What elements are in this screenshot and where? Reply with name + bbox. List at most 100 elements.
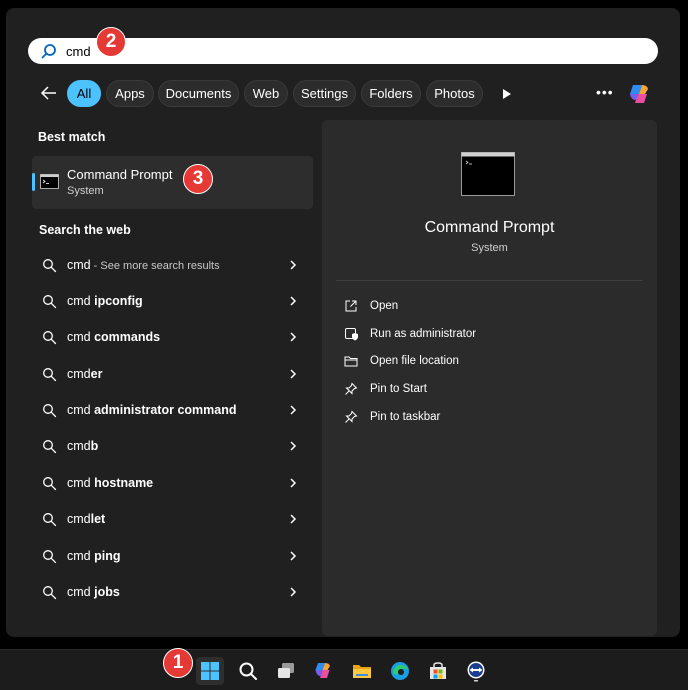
best-match-title: Command Prompt	[67, 167, 173, 182]
web-suggestion[interactable]: cmd administrator command	[32, 393, 313, 427]
command-prompt-large-icon	[461, 152, 515, 196]
microsoft-store-button[interactable]	[424, 657, 452, 685]
web-suggestion[interactable]: cmd ping	[32, 539, 313, 573]
web-suggestion-text: cmder	[67, 367, 102, 381]
search-icon	[43, 259, 57, 273]
search-icon	[239, 662, 257, 680]
action-open-file-location[interactable]: Open file location	[344, 351, 459, 371]
web-suggestion[interactable]: cmdlet	[32, 502, 313, 536]
chevron-right-icon	[290, 369, 297, 379]
action-pin-to-taskbar[interactable]: Pin to taskbar	[344, 407, 440, 427]
suggestion-prefix: cmd	[67, 403, 95, 417]
web-suggestion[interactable]: cmdb	[32, 429, 313, 463]
suggestion-completion: let	[90, 512, 106, 526]
action-pin-to-start[interactable]: Pin to Start	[344, 379, 427, 399]
search-icon	[43, 295, 57, 309]
teamviewer-button[interactable]	[462, 657, 490, 685]
search-icon	[43, 440, 57, 454]
web-suggestion-text: cmd commands	[67, 330, 160, 344]
shield-icon	[345, 328, 358, 341]
microsoft-store-icon	[430, 662, 446, 679]
action-run-as-admin[interactable]: Run as administrator	[344, 324, 476, 344]
filter-apps[interactable]: Apps	[106, 80, 154, 107]
filter-photos[interactable]: Photos	[426, 80, 483, 107]
more-options-button[interactable]: •••	[596, 84, 614, 100]
search-input[interactable]	[66, 43, 586, 59]
action-run-as-admin-label: Run as administrator	[370, 328, 477, 340]
suggestion-completion: b	[90, 439, 99, 453]
detail-pane: Command Prompt System Open Run as admini…	[322, 120, 657, 636]
suggestion-prefix: cmd	[67, 330, 95, 344]
chevron-right-icon	[290, 441, 297, 451]
copilot-icon	[315, 663, 330, 678]
best-match-subtitle: System	[67, 185, 104, 197]
chevron-right-icon	[290, 478, 297, 488]
suggestion-prefix: cmd	[67, 476, 95, 490]
action-pin-to-start-label: Pin to Start	[370, 383, 427, 395]
suggestion-prefix: cmd	[67, 258, 91, 272]
filter-folders[interactable]: Folders	[361, 80, 421, 107]
best-match-result[interactable]: Command Prompt System	[32, 156, 313, 209]
best-match-heading: Best match	[38, 130, 106, 144]
web-suggestion-text: cmd ping	[67, 549, 120, 563]
file-explorer-icon	[353, 665, 371, 678]
suggestion-prefix: cmd	[67, 549, 95, 563]
web-suggestion-text: cmd jobs	[67, 585, 120, 599]
filter-settings[interactable]: Settings	[293, 80, 356, 107]
start-button[interactable]	[196, 657, 224, 685]
file-explorer-button[interactable]	[348, 657, 376, 685]
search-icon	[43, 513, 57, 527]
web-suggestion-text: cmdlet	[67, 512, 105, 526]
web-suggestion[interactable]: cmd hostname	[32, 466, 313, 500]
task-view-button[interactable]	[272, 657, 300, 685]
chevron-right-icon	[290, 260, 297, 270]
filter-web[interactable]: Web	[244, 80, 288, 107]
web-suggestion[interactable]: cmd commands	[32, 320, 313, 354]
task-view-icon	[278, 663, 294, 678]
taskbar	[0, 649, 688, 690]
pin-icon	[345, 410, 358, 423]
chevron-right-icon	[290, 296, 297, 306]
action-open[interactable]: Open	[344, 296, 398, 316]
step-marker-3: 3	[183, 164, 213, 194]
detail-divider	[336, 280, 643, 281]
action-open-file-location-label: Open file location	[370, 355, 459, 367]
search-icon	[43, 550, 57, 564]
search-web-heading: Search the web	[39, 223, 131, 237]
back-arrow-icon[interactable]	[38, 82, 60, 104]
filter-all[interactable]: All	[67, 80, 101, 107]
teamviewer-icon	[467, 661, 485, 682]
web-suggestion-text: cmd hostname	[67, 476, 153, 490]
action-pin-to-taskbar-label: Pin to taskbar	[370, 411, 441, 423]
step-marker-2: 2	[96, 27, 126, 57]
search-icon	[43, 586, 57, 600]
web-suggestion[interactable]: cmd - See more search results	[32, 248, 313, 282]
edge-button[interactable]	[386, 657, 414, 685]
web-suggestion-text: cmd administrator command	[67, 403, 236, 417]
windows-start-icon	[201, 662, 219, 680]
filter-documents[interactable]: Documents	[158, 80, 239, 107]
suggestion-completion: ipconfig	[94, 294, 143, 308]
suggestion-prefix: cmd	[67, 585, 95, 599]
edge-icon	[391, 662, 409, 680]
detail-category: System	[471, 242, 508, 254]
search-icon	[43, 331, 57, 345]
chevron-right-icon	[290, 587, 297, 597]
chevron-right-icon	[290, 514, 297, 524]
detail-title: Command Prompt	[424, 219, 555, 236]
step-marker-1: 1	[163, 648, 193, 678]
taskbar-search-button[interactable]	[234, 657, 262, 685]
suggestion-prefix: cmd	[67, 512, 91, 526]
play-icon[interactable]	[498, 86, 514, 102]
web-suggestion[interactable]: cmd jobs	[32, 575, 313, 609]
suggestion-completion: commands	[94, 330, 161, 344]
copilot-icon[interactable]	[626, 80, 654, 108]
suggestion-completion: ping	[94, 549, 121, 563]
web-suggestion[interactable]: cmd ipconfig	[32, 284, 313, 318]
web-suggestion-text: cmd - See more search results	[67, 258, 220, 272]
open-external-icon	[345, 300, 357, 312]
web-suggestion[interactable]: cmder	[32, 357, 313, 391]
command-prompt-icon	[40, 174, 59, 189]
search-icon	[41, 44, 56, 59]
copilot-taskbar-button[interactable]	[310, 657, 338, 685]
